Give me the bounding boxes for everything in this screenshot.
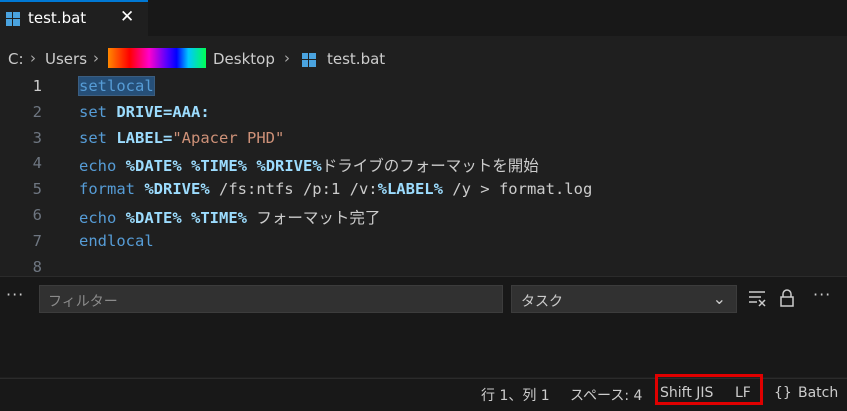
line-number: 4 — [32, 154, 42, 173]
close-icon[interactable]: ✕ — [120, 7, 134, 27]
cursor-position[interactable]: 行 1、列 1 — [481, 385, 550, 405]
line-number: 2 — [32, 102, 42, 121]
indentation[interactable]: スペース: 4 — [570, 385, 642, 405]
code-token: echo — [79, 209, 126, 227]
code-text: echo %DATE% %TIME% フォーマット完了 — [79, 206, 380, 228]
line-number: 1 — [32, 77, 42, 95]
task-select-value: タスク — [521, 294, 563, 310]
filter-input[interactable]: フィルター — [39, 285, 503, 313]
code-text: set DRIVE=AAA: — [79, 103, 210, 121]
code-text: echo %DATE% %TIME% %DRIVE%ドライブのフォーマットを開始 — [79, 154, 539, 176]
code-token: /y > format.log — [442, 180, 593, 199]
code-text: endlocal — [79, 232, 154, 250]
code-line[interactable]: 2 set DRIVE=AAA: — [0, 100, 847, 126]
windows-batch-file-icon — [302, 53, 316, 67]
chevron-right-icon: › — [93, 49, 99, 67]
code-token: LABEL= — [116, 128, 173, 147]
code-token: endlocal — [79, 231, 154, 250]
more-actions-icon[interactable]: ··· — [813, 285, 831, 304]
more-actions-icon[interactable]: ··· — [6, 285, 24, 304]
code-text: set LABEL="Apacer PHD" — [79, 129, 284, 147]
bottom-panel: ··· フィルター タスク ⌄ ··· — [0, 276, 847, 377]
redacted-username — [108, 48, 206, 68]
code-token: %TIME% — [191, 157, 248, 176]
code-token: set — [79, 102, 117, 121]
code-line[interactable]: 3 set LABEL="Apacer PHD" — [0, 126, 847, 152]
code-line[interactable]: 6 echo %DATE% %TIME% フォーマット完了 — [0, 203, 847, 229]
code-token: %DRIVE% — [256, 157, 322, 176]
code-token: %DRIVE% — [144, 180, 210, 199]
code-token: setlocal — [78, 76, 155, 96]
code-token: DRIVE=AAA: — [116, 102, 210, 121]
chevron-right-icon: › — [30, 49, 36, 67]
chevron-down-icon: ⌄ — [712, 289, 726, 308]
breadcrumb-file[interactable]: test.bat — [327, 50, 385, 68]
code-token: "Apacer PHD" — [172, 128, 285, 147]
line-number: 6 — [32, 206, 42, 224]
code-token: echo — [79, 157, 126, 176]
code-line[interactable]: 7 endlocal — [0, 229, 847, 255]
lock-icon[interactable] — [779, 289, 795, 307]
code-token: フォーマット完了 — [256, 209, 381, 227]
breadcrumb-desktop[interactable]: Desktop — [213, 50, 275, 68]
breadcrumb-users[interactable]: Users — [45, 50, 87, 68]
language-mode[interactable]: Batch — [798, 385, 838, 401]
breadcrumb: C: › Users › Desktop › test.bat — [0, 46, 847, 72]
chevron-right-icon: › — [284, 49, 290, 67]
code-token: %DATE% — [125, 157, 182, 176]
tab-label: test.bat — [28, 9, 87, 27]
line-number: 5 — [32, 180, 42, 199]
line-number: 8 — [32, 257, 42, 276]
code-line[interactable]: 5 format %DRIVE% /fs:ntfs /p:1 /v:%LABEL%… — [0, 177, 847, 203]
line-number: 3 — [32, 128, 42, 147]
tab-bar: test.bat ✕ — [0, 0, 847, 36]
code-token: set — [79, 128, 117, 147]
code-token: /fs:ntfs /p:1 /v: — [209, 180, 378, 199]
code-text: format %DRIVE% /fs:ntfs /p:1 /v:%LABEL% … — [79, 180, 592, 198]
word-wrap-icon[interactable] — [747, 289, 767, 307]
code-line[interactable]: 1 setlocal — [0, 74, 847, 100]
highlight-box — [655, 374, 763, 405]
braces-icon: {} — [774, 385, 792, 401]
code-text: setlocal — [78, 76, 155, 96]
code-token: %LABEL% — [377, 180, 443, 199]
tab-test-bat[interactable]: test.bat ✕ — [0, 0, 148, 36]
windows-batch-file-icon — [6, 12, 20, 26]
breadcrumb-drive[interactable]: C: — [8, 50, 24, 68]
code-editor[interactable]: 1 setlocal 2 set DRIVE=AAA: 3 set LABEL="Apac… — [0, 74, 847, 276]
line-number: 7 — [32, 231, 42, 250]
code-token: ドライブのフォーマットを開始 — [321, 157, 539, 176]
code-line[interactable]: 4 echo %DATE% %TIME% %DRIVE%ドライブのフォーマットを開… — [0, 151, 847, 177]
code-token: format — [79, 180, 145, 199]
code-token: %TIME% — [191, 209, 248, 227]
task-select[interactable]: タスク ⌄ — [511, 285, 737, 313]
code-token: %DATE% — [125, 209, 182, 227]
